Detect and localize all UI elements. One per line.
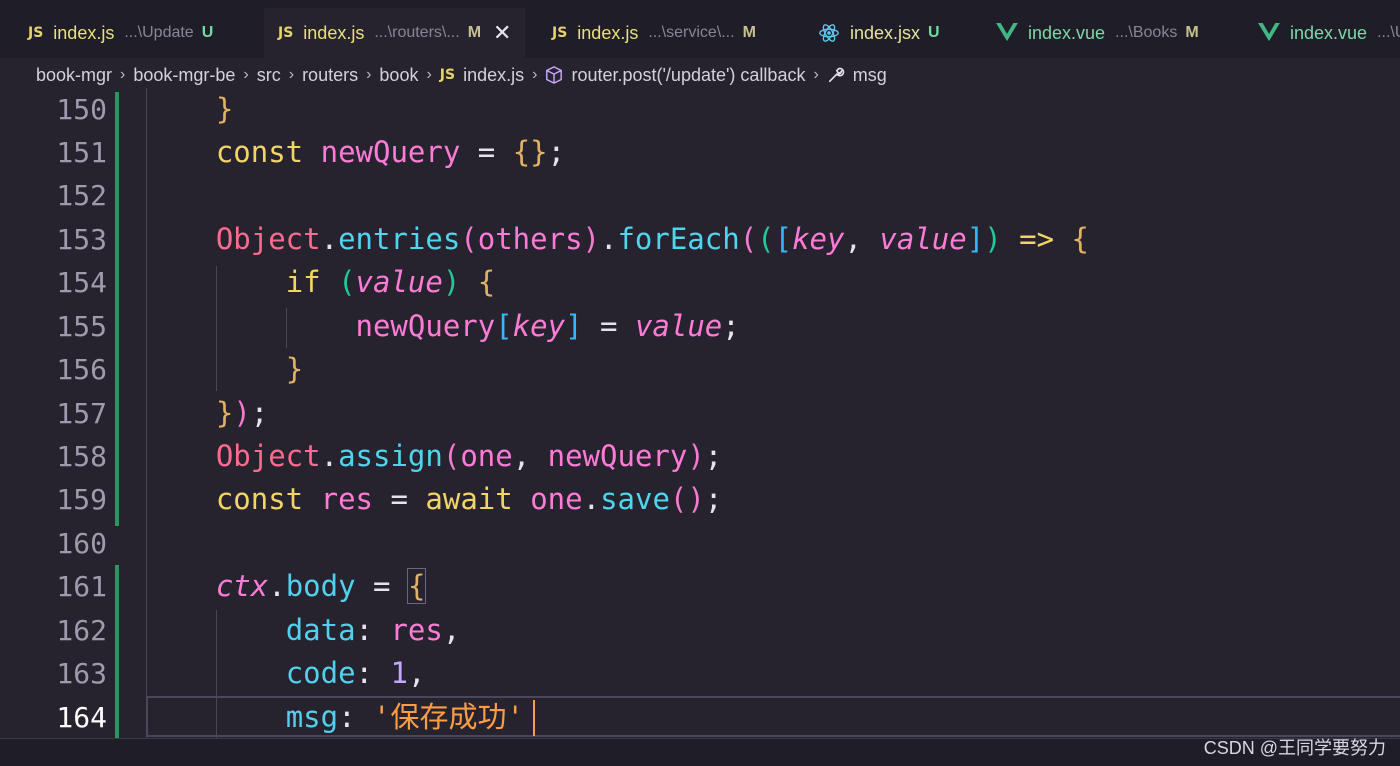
tab-index-js-service[interactable]: JS index.js ...\service\... M (552, 8, 756, 58)
code-text: Object.assign(one, newQuery); (215, 439, 723, 473)
line-number: 162 (56, 614, 107, 647)
code-text: const res = await one.save(); (215, 482, 723, 516)
tab-index-vue-other[interactable]: index.vue ...\U (1258, 8, 1400, 58)
tab-filename: index.jsx (850, 22, 921, 43)
code-line[interactable]: 150 } (0, 88, 1400, 131)
breadcrumb-item[interactable]: index.js (463, 65, 524, 86)
chevron-right-icon: › (426, 66, 432, 83)
code-text: msg: '保存成功' (285, 700, 524, 734)
line-number: 163 (56, 657, 107, 690)
code-line[interactable]: 154 if (value) { (0, 261, 1400, 304)
line-number: 161 (56, 570, 107, 603)
code-line[interactable]: 151 const newQuery = {}; (0, 131, 1400, 174)
code-line[interactable]: 155 newQuery[key] = value; (0, 305, 1400, 348)
code-line[interactable]: 157 }); (0, 392, 1400, 435)
code-line[interactable]: 160 (0, 522, 1400, 565)
tab-index-js-update[interactable]: JS index.js ...\Update U (28, 8, 213, 58)
code-line-current[interactable]: 164 msg: '保存成功' (0, 696, 1400, 739)
breadcrumb-item[interactable]: router.post('/update') callback (571, 65, 805, 86)
code-line[interactable]: 162 data: res, (0, 609, 1400, 652)
code-line[interactable]: 156 } (0, 348, 1400, 391)
editor-tab-bar: JS index.js ...\Update U JS index.js ...… (0, 0, 1400, 58)
tab-path: ...\U (1377, 24, 1400, 41)
code-text: newQuery[key] = value; (355, 309, 740, 343)
vue-file-icon (1258, 23, 1280, 43)
breadcrumb-item[interactable]: routers (302, 65, 358, 86)
breadcrumb: book-mgr › book-mgr-be › src › routers ›… (0, 58, 1400, 92)
tab-status-badge: U (928, 24, 940, 41)
chevron-right-icon: › (813, 66, 819, 83)
breadcrumb-item[interactable]: src (257, 65, 281, 86)
line-number: 159 (56, 483, 107, 516)
method-cube-icon (545, 66, 563, 84)
js-file-icon: JS (439, 67, 456, 83)
line-number: 155 (56, 310, 107, 343)
code-text: } (215, 92, 234, 126)
watermark: CSDN @王同学要努力 (1203, 738, 1386, 758)
line-number: 164 (56, 701, 107, 734)
breadcrumb-item[interactable]: book (379, 65, 418, 86)
line-number: 156 (56, 353, 107, 386)
js-file-icon: JS (278, 25, 294, 41)
chevron-right-icon: › (366, 66, 372, 83)
close-icon[interactable]: ✕ (493, 20, 511, 46)
tab-filename: index.js (53, 22, 115, 43)
line-number: 153 (56, 223, 107, 256)
code-text: code: 1, (285, 656, 426, 690)
tab-status-badge: U (201, 24, 214, 41)
line-number: 160 (56, 527, 107, 560)
tab-status-badge: M (1185, 24, 1199, 41)
js-file-icon: JS (552, 25, 568, 41)
line-number: 158 (56, 440, 107, 473)
tab-status-badge: M (467, 24, 482, 41)
code-line[interactable]: 163 code: 1, (0, 652, 1400, 695)
tab-filename: index.vue (1028, 22, 1106, 43)
code-line[interactable]: 159 const res = await one.save(); (0, 478, 1400, 521)
chevron-right-icon: › (243, 66, 249, 83)
tab-path: ...\routers\... (374, 24, 460, 41)
code-text: ctx.body = { (215, 568, 427, 604)
tab-index-jsx[interactable]: index.jsx U (818, 8, 940, 58)
code-text: }); (215, 396, 269, 430)
text-cursor (533, 700, 535, 736)
tab-filename: index.js (577, 22, 639, 43)
vue-file-icon (996, 23, 1018, 43)
line-number: 157 (56, 397, 107, 430)
tab-filename: index.vue (1290, 22, 1368, 43)
code-text: data: res, (285, 613, 461, 647)
chevron-right-icon: › (288, 66, 295, 83)
tab-path: ...\Books (1115, 24, 1178, 41)
tab-status-badge: M (742, 24, 756, 41)
line-number: 151 (56, 136, 107, 169)
wrench-icon (827, 66, 845, 84)
bottom-panel-bar[interactable] (0, 738, 1400, 766)
line-number: 150 (56, 93, 107, 126)
tab-filename: index.js (303, 22, 365, 43)
line-number: 152 (56, 179, 107, 212)
breadcrumb-item[interactable]: book-mgr-be (133, 65, 235, 86)
tab-path: ...\Update (124, 24, 194, 41)
react-file-icon (818, 22, 840, 44)
js-file-icon: JS (28, 25, 44, 41)
code-line[interactable]: 158 Object.assign(one, newQuery); (0, 435, 1400, 478)
code-line[interactable]: 152 (0, 174, 1400, 217)
tab-path: ...\service\... (648, 24, 735, 41)
breadcrumb-item[interactable]: msg (853, 65, 887, 86)
code-text: if (value) { (285, 265, 496, 299)
code-text: } (285, 352, 304, 386)
code-text: const newQuery = {}; (215, 135, 566, 169)
code-line[interactable]: 161 ctx.body = { (0, 565, 1400, 608)
breadcrumb-item[interactable]: book-mgr (36, 65, 112, 86)
chevron-right-icon: › (532, 66, 538, 83)
code-text: Object.entries(others).forEach(([key, va… (215, 222, 1089, 256)
line-number: 154 (56, 266, 107, 299)
tab-index-vue-books[interactable]: index.vue ...\Books M (996, 8, 1199, 58)
tab-index-js-routers[interactable]: JS index.js ...\routers\... M ✕ (264, 8, 526, 58)
code-line[interactable]: 153 Object.entries(others).forEach(([key… (0, 218, 1400, 261)
chevron-right-icon: › (120, 66, 126, 83)
